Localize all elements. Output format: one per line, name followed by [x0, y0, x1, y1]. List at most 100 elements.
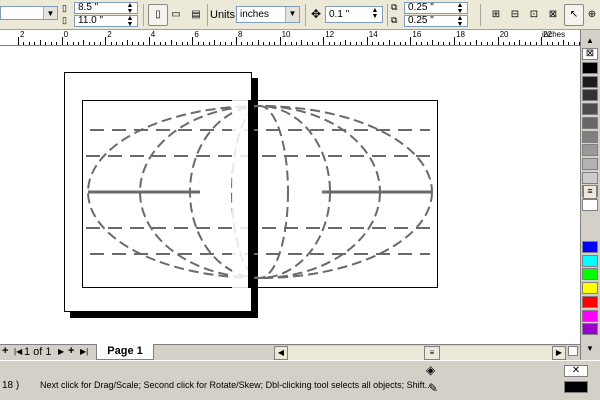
ruler-minor-tick [508, 42, 510, 45]
treat-as-filled-button[interactable]: ↖ [564, 4, 584, 26]
options-button[interactable]: ⊕ [584, 4, 600, 26]
ruler-major-tick [105, 37, 107, 45]
page-width-value: 8.5 " [78, 2, 99, 13]
page-width-field[interactable]: 8.5 " ▲ ▼ [74, 2, 138, 15]
color-swatch[interactable] [582, 254, 598, 267]
last-page-icon[interactable]: ▶| [80, 345, 88, 359]
page-height-spinner[interactable]: ▲ ▼ [123, 15, 137, 28]
color-swatch[interactable] [582, 199, 598, 211]
color-swatch[interactable] [582, 323, 598, 336]
color-swatch[interactable] [582, 268, 598, 281]
ruler-minor-tick [219, 42, 221, 45]
ruler-major-tick [497, 37, 499, 45]
chevron-down-icon: ▼ [43, 7, 57, 19]
objects-icon: ⊡ [529, 9, 539, 20]
duplicate-x-field[interactable]: 0.25 " ▲ ▼ [404, 2, 468, 15]
color-swatch[interactable] [582, 103, 598, 116]
all-pages-button[interactable]: ▤ [186, 4, 206, 26]
color-swatch[interactable] [582, 75, 598, 88]
guides-icon: ⊠ [548, 9, 558, 20]
snap-to-guidelines-button[interactable]: ⊟ [505, 4, 525, 26]
ruler-label: 2 [107, 30, 112, 39]
ruler-minor-tick [159, 42, 161, 45]
view-corner-icon[interactable] [568, 346, 578, 356]
tab-page-1[interactable]: Page 1 [96, 344, 154, 360]
ruler-minor-tick [67, 42, 69, 45]
page-width-spinner[interactable]: ▲ ▼ [123, 2, 137, 15]
ruler-minor-tick [121, 42, 123, 45]
property-bar: ▼ ▯ 8.5 " ▲ ▼ ▯ 11.0 " ▲ ▼ ▯ ▭ ▤ Units: in… [0, 0, 600, 30]
separator [207, 4, 208, 26]
fill-bucket-icon[interactable]: ◈ [426, 363, 435, 377]
ruler-minor-tick [552, 42, 554, 45]
palette-scroll-up-icon[interactable]: ▲ [583, 36, 597, 46]
palette-scroll-thumb[interactable]: ≡ [583, 185, 597, 199]
scroll-right-icon[interactable]: ▶ [552, 346, 566, 360]
color-swatch[interactable] [582, 171, 598, 184]
dynamic-guides-button[interactable]: ⊠ [543, 4, 563, 26]
ruler-label: 0 [63, 30, 69, 39]
ruler-minor-tick [383, 42, 385, 45]
duplicate-x-spinner[interactable]: ▲ ▼ [453, 2, 467, 15]
palette-scroll-down-icon[interactable]: ▼ [583, 344, 597, 356]
horizontal-ruler[interactable]: 2 0 2 4 6 8 10 12 14 16 18 20 22 [0, 30, 580, 46]
ruler-minor-tick [257, 40, 259, 45]
duplicate-y-icon: ⧉ [391, 15, 398, 25]
color-swatch[interactable] [582, 89, 598, 102]
ruler-minor-tick [530, 42, 532, 45]
chevron-down-icon: ▼ [285, 7, 299, 22]
scroll-thumb[interactable]: ≡ [424, 346, 440, 360]
nudge-icon: ✥ [311, 7, 322, 21]
next-page-icon[interactable]: ▶ [58, 345, 64, 359]
ruler-minor-tick [399, 42, 401, 45]
ruler-label: 2 [20, 30, 25, 39]
ruler-minor-tick [285, 42, 287, 45]
color-swatch[interactable] [582, 309, 598, 322]
paper-size-dropdown[interactable]: ▼ [0, 6, 58, 20]
landscape-button[interactable]: ▭ [166, 4, 186, 26]
color-swatch[interactable] [582, 282, 598, 295]
portrait-icon: ▯ [155, 9, 161, 20]
ruler-minor-tick [312, 42, 314, 45]
insert-page-before-icon[interactable]: + [2, 345, 8, 357]
outline-pen-icon[interactable]: ✎ [428, 381, 438, 395]
ruler-minor-tick [546, 42, 548, 45]
ruler-minor-tick [459, 42, 461, 45]
ruler-major-tick [61, 37, 63, 45]
ruler-minor-tick [197, 42, 199, 45]
scroll-left-icon[interactable]: ◀ [274, 346, 288, 360]
ruler-minor-tick [83, 40, 85, 45]
ruler-major-tick [18, 37, 19, 45]
color-swatch[interactable] [582, 144, 598, 157]
color-palette: ▲ ⊠ ≡ ▼ [580, 30, 600, 360]
horizontal-scrollbar[interactable]: ◀ ≡ ▶ [274, 346, 566, 360]
color-swatch[interactable] [582, 116, 598, 129]
no-fill-swatch[interactable]: ⊠ [582, 48, 598, 60]
duplicate-y-spinner[interactable]: ▲ ▼ [453, 15, 467, 28]
color-swatch[interactable] [582, 62, 598, 74]
page-height-field[interactable]: 11.0 " ▲ ▼ [74, 15, 138, 28]
fill-none-swatch[interactable]: ✕ [564, 365, 588, 377]
color-swatch[interactable] [582, 241, 598, 253]
color-swatch[interactable] [582, 295, 598, 308]
portrait-button[interactable]: ▯ [148, 4, 168, 26]
color-swatch[interactable] [582, 130, 598, 143]
duplicate-y-field[interactable]: 0.25 " ▲ ▼ [404, 15, 468, 28]
ruler-minor-tick [110, 42, 112, 45]
snap-to-objects-button[interactable]: ⊡ [524, 4, 544, 26]
page-tab-label: Page 1 [107, 345, 143, 357]
nudge-spinner[interactable]: ▲ ▼ [368, 7, 382, 20]
snap-to-grid-button[interactable]: ⊞ [486, 4, 506, 26]
first-page-icon[interactable]: |◀ [14, 345, 22, 359]
outline-color-swatch[interactable] [564, 381, 588, 393]
center-bar [248, 100, 254, 288]
ruler-label: 18 [456, 30, 465, 39]
drawing-canvas[interactable] [0, 46, 580, 344]
units-dropdown[interactable]: inches ▼ [236, 6, 300, 23]
color-swatch[interactable] [582, 157, 598, 170]
ruler-label: 4 [150, 30, 156, 39]
ruler-minor-tick [513, 42, 515, 45]
nudge-field[interactable]: 0.1 " ▲ ▼ [325, 6, 383, 23]
globe-wireframe-graphic[interactable] [82, 100, 438, 288]
insert-page-after-icon[interactable]: + [68, 345, 74, 357]
